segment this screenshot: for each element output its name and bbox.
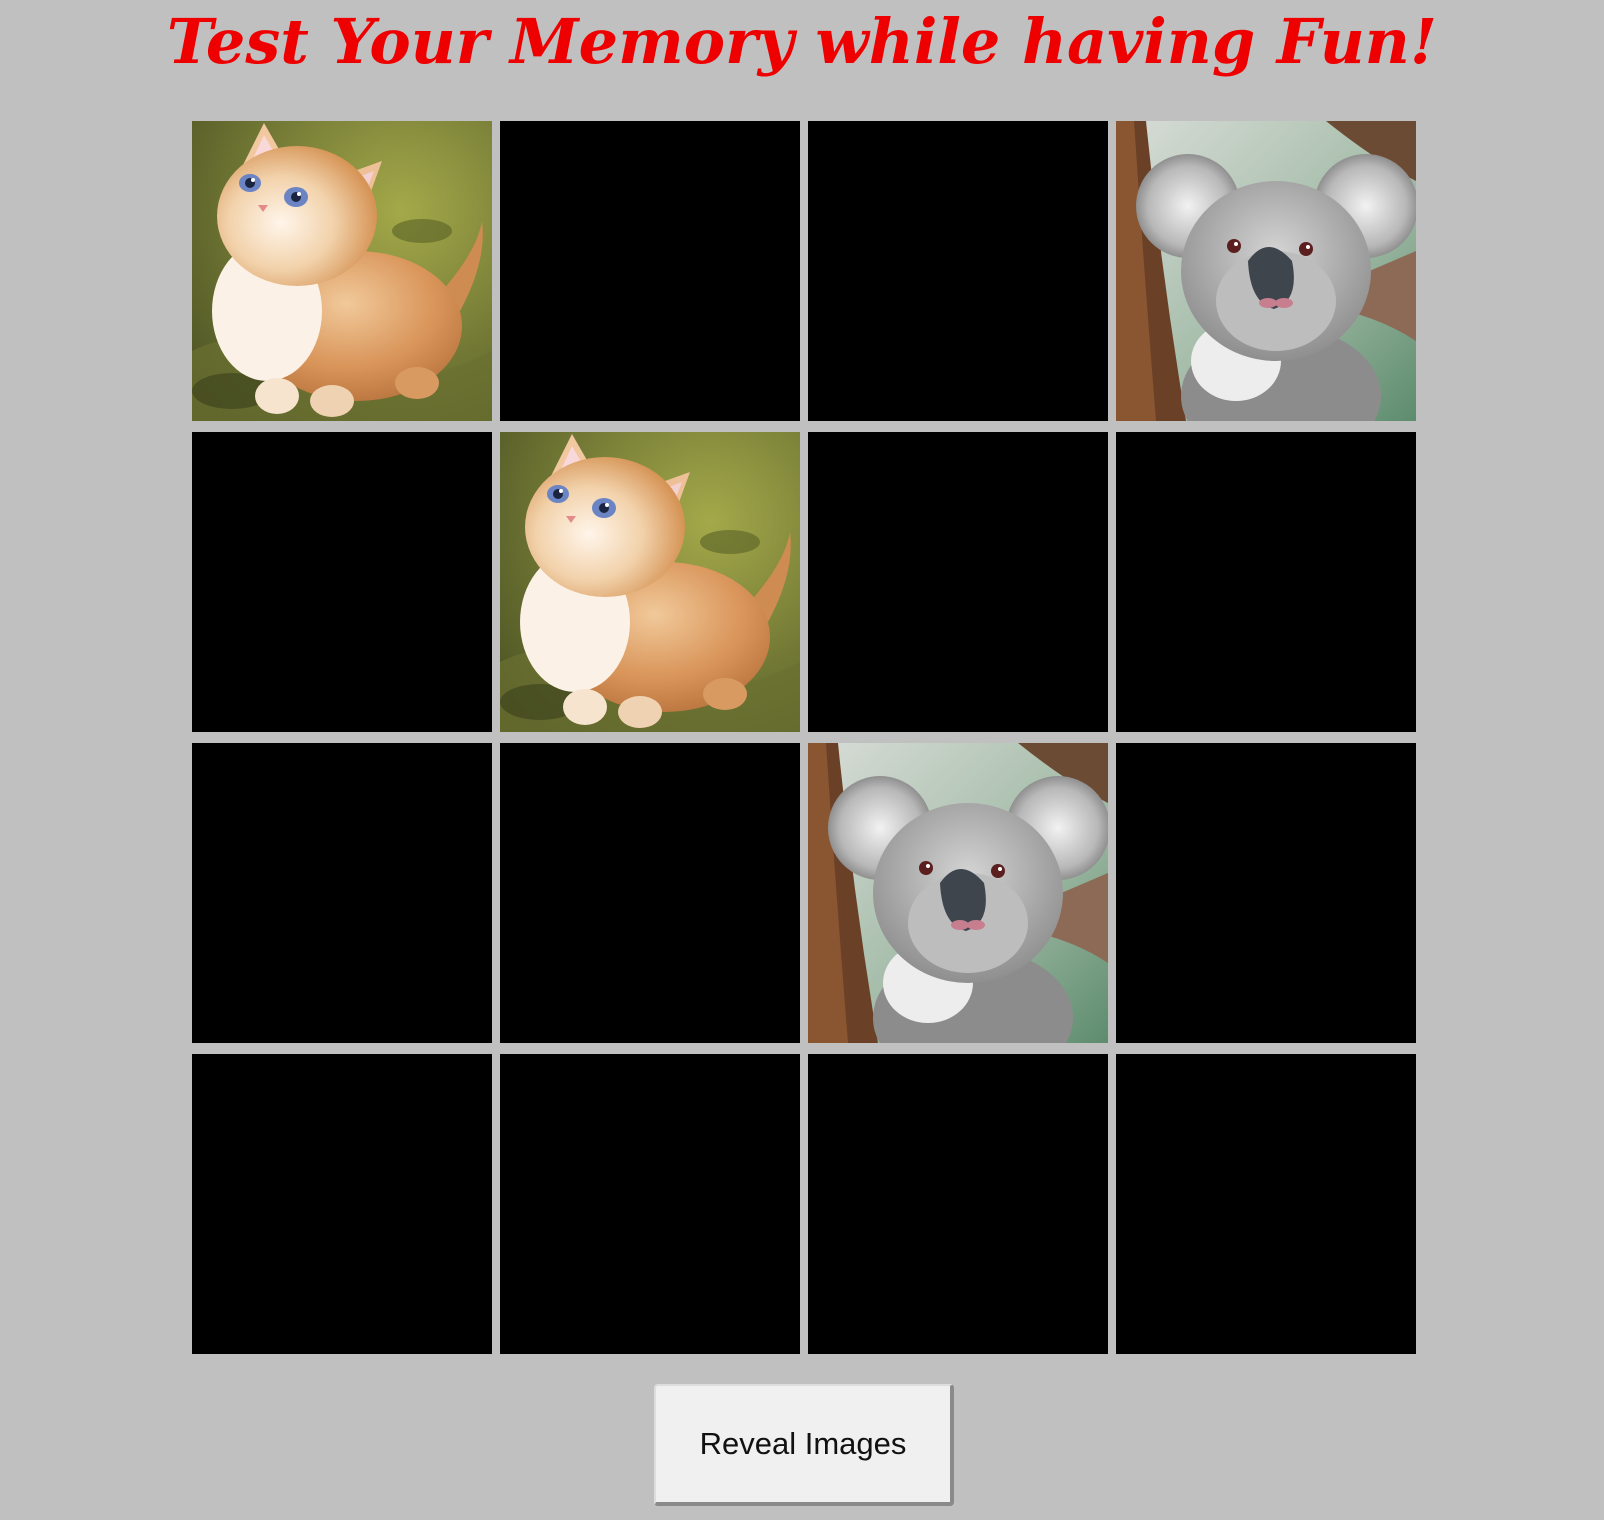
koala-image xyxy=(1116,121,1416,421)
memory-card-hidden[interactable] xyxy=(500,743,800,1043)
memory-card-hidden[interactable] xyxy=(500,1054,800,1354)
memory-card-hidden[interactable] xyxy=(808,1054,1108,1354)
memory-card-koala[interactable] xyxy=(1116,121,1416,421)
memory-card-hidden[interactable] xyxy=(500,121,800,421)
memory-card-kitten[interactable] xyxy=(192,121,492,421)
memory-card-hidden[interactable] xyxy=(192,1054,492,1354)
memory-card-hidden[interactable] xyxy=(192,743,492,1043)
memory-card-hidden[interactable] xyxy=(192,432,492,732)
kitten-image xyxy=(192,121,492,421)
memory-card-hidden[interactable] xyxy=(808,432,1108,732)
page-title: Test Your Memory while having Fun! xyxy=(166,5,1438,78)
kitten-image xyxy=(500,432,800,732)
memory-card-hidden[interactable] xyxy=(1116,743,1416,1043)
koala-image xyxy=(808,743,1108,1043)
memory-card-hidden[interactable] xyxy=(808,121,1108,421)
memory-card-hidden[interactable] xyxy=(1116,1054,1416,1354)
memory-card-koala[interactable] xyxy=(808,743,1108,1043)
memory-card-kitten[interactable] xyxy=(500,432,800,732)
reveal-images-button[interactable]: Reveal Images xyxy=(654,1384,954,1506)
memory-board xyxy=(192,121,1416,1354)
memory-card-hidden[interactable] xyxy=(1116,432,1416,732)
